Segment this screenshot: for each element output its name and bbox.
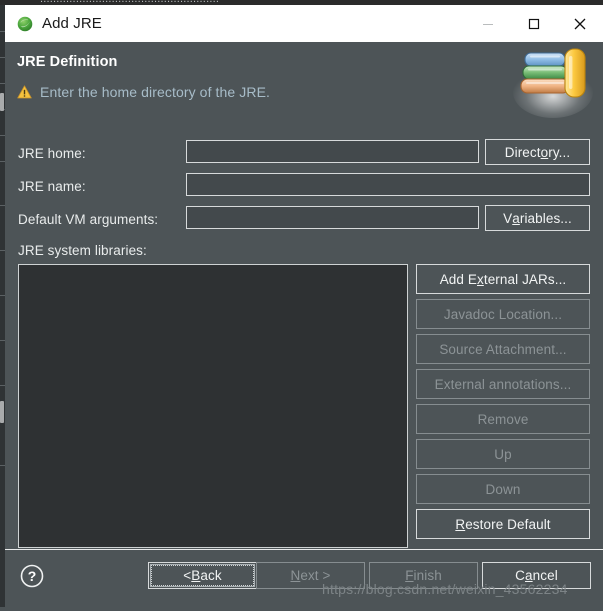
directory-button[interactable]: Direct o ry... (485, 139, 590, 165)
cancel-button-mnemonic: a (525, 568, 533, 583)
close-icon (574, 18, 586, 29)
background-bottom-edge (0, 607, 603, 611)
add-external-jars-mnemonic: x (476, 271, 484, 287)
default-vm-arguments-input[interactable] (186, 206, 479, 229)
down-button: Down (416, 474, 590, 504)
maximize-icon (528, 18, 540, 29)
svg-text:?: ? (28, 568, 37, 584)
finish-button: Finish (369, 562, 478, 589)
jre-system-libraries-label: JRE system libraries: (18, 243, 147, 258)
dialog-titlebar[interactable]: Add JRE (5, 5, 603, 42)
eclipse-jre-icon (17, 16, 33, 32)
up-button: Up (416, 439, 590, 469)
javadoc-location-label: Javadoc Location... (443, 306, 563, 322)
minimize-icon (483, 23, 493, 25)
minimize-button[interactable] (465, 5, 511, 42)
add-jre-dialog: Add JRE JRE Definition Enter the home di… (5, 5, 603, 607)
back-button-label-pre: < (183, 568, 192, 583)
javadoc-location-button: Javadoc Location... (416, 299, 590, 329)
dialog-title: Add JRE (42, 15, 102, 32)
finish-button-label-post: inish (413, 568, 442, 583)
next-button-label-post: ext > (300, 568, 331, 583)
jre-home-input[interactable] (186, 140, 479, 163)
remove-label: Remove (477, 411, 529, 427)
dialog-header-banner: JRE Definition Enter the home directory … (5, 42, 603, 125)
default-vm-arguments-label: Default VM arguments: (18, 212, 159, 227)
variables-button-label-pre: V (503, 210, 513, 226)
cancel-button-label-pre: C (515, 568, 526, 583)
back-button-label-post: ack (200, 568, 222, 583)
variables-button-mnemonic: a (512, 210, 520, 226)
finish-button-mnemonic: F (405, 568, 414, 583)
dialog-content: JRE home: Direct o ry... JRE name: Default… (5, 126, 603, 549)
directory-button-label-post: ry... (548, 144, 571, 160)
up-label: Up (494, 446, 512, 462)
variables-button[interactable]: Va riables... (485, 205, 590, 231)
external-annotations-label: External annotations... (434, 376, 572, 392)
external-annotations-button: External annotations... (416, 369, 590, 399)
jre-name-label: JRE name: (18, 179, 86, 194)
books-stack-icon (509, 42, 599, 125)
directory-button-label-pre: Direct (504, 144, 541, 160)
next-button-mnemonic: N (290, 568, 301, 583)
restore-default-button[interactable]: Restore Default (416, 509, 590, 539)
maximize-button[interactable] (511, 5, 557, 42)
add-external-jars-label-pre: Add E (439, 271, 477, 287)
page-title: JRE Definition (17, 54, 118, 70)
background-scrollbar-thumb[interactable] (0, 93, 4, 111)
jre-name-input[interactable] (186, 173, 590, 196)
close-button[interactable] (557, 5, 603, 42)
back-button-mnemonic: B (191, 568, 201, 583)
header-status-message: Enter the home directory of the JRE. (40, 84, 271, 100)
dialog-footer: ? < Back Next > Finish Ca ncel (5, 550, 603, 607)
header-message-row: Enter the home directory of the JRE. (17, 84, 270, 100)
add-external-jars-button[interactable]: Add Ex ternal JARs... (416, 264, 590, 294)
add-external-jars-label-post: ternal JARs... (483, 271, 567, 287)
background-scrollbar-thumb-2[interactable] (0, 401, 4, 423)
restore-default-mnemonic: R (455, 516, 466, 532)
source-attachment-button: Source Attachment... (416, 334, 590, 364)
restore-default-label-post: estore Default (465, 516, 551, 532)
jre-system-libraries-list[interactable] (18, 264, 408, 548)
warning-icon (17, 85, 32, 99)
window-controls (465, 5, 603, 42)
help-question-icon[interactable]: ? (19, 563, 45, 589)
directory-button-mnemonic: o (540, 144, 549, 160)
down-label: Down (485, 481, 521, 497)
cancel-button-label-post: ncel (532, 568, 558, 583)
cancel-button[interactable]: Ca ncel (482, 562, 591, 589)
remove-button: Remove (416, 404, 590, 434)
jre-home-label: JRE home: (18, 146, 86, 161)
next-button: Next > (256, 562, 365, 589)
back-button[interactable]: < Back (148, 562, 257, 589)
variables-button-label-post: riables... (519, 210, 572, 226)
source-attachment-label: Source Attachment... (439, 341, 567, 357)
